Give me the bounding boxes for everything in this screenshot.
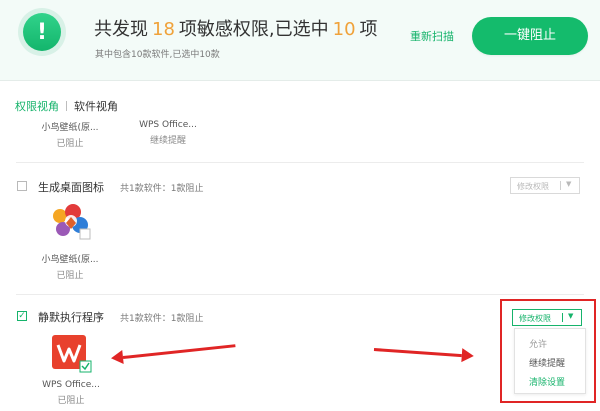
section-checkbox[interactable] xyxy=(17,181,27,191)
app-item: WPS Office... 已阻止 xyxy=(38,380,104,406)
warning-shield-icon: ! xyxy=(18,8,66,56)
annotation-arrow-right xyxy=(373,348,462,358)
app-item[interactable]: WPS Office... 继续提醒 xyxy=(132,120,204,146)
app-status: 已阻止 xyxy=(56,139,84,149)
view-tabs: 权限视角 软件视角 xyxy=(15,98,118,114)
app-name: 小鸟壁纸(原... xyxy=(41,123,99,133)
scan-result-headline: 共发现 18 项敏感权限,已选中 10 项 xyxy=(94,19,378,40)
tab-permission-view[interactable]: 权限视角 xyxy=(15,100,59,113)
scan-summary-header: ! 共发现 18 项敏感权限,已选中 10 项 其中包含10款软件,已选中10款 重新扫… xyxy=(0,0,600,81)
app-name: WPS Office... xyxy=(139,120,197,130)
wps-app-icon[interactable] xyxy=(52,335,92,373)
rescan-link[interactable]: 重新扫描 xyxy=(410,28,454,44)
app-icon-bird-wallpaper[interactable] xyxy=(49,203,93,243)
selected-count: 10 xyxy=(332,19,356,40)
section-count: 共1款软件：1款阻止 xyxy=(120,184,204,194)
section-checkbox-checked[interactable]: ✓ xyxy=(17,311,27,321)
block-all-button[interactable]: 一键阻止 xyxy=(472,17,588,55)
tab-software-view[interactable]: 软件视角 xyxy=(74,100,118,113)
app-name: 小鸟壁纸(原... xyxy=(41,255,99,265)
app-status: 继续提醒 xyxy=(149,136,186,146)
app-item[interactable]: 小鸟壁纸(原... 已阻止 xyxy=(38,120,102,149)
section-divider xyxy=(16,294,584,295)
annotation-highlight-box xyxy=(500,299,596,403)
annotation-arrow-left xyxy=(122,344,236,359)
section-count: 共1款软件：1款阻止 xyxy=(120,314,204,324)
modify-permission-dropdown[interactable]: 修改权限 ▼ xyxy=(510,177,580,194)
app-name: WPS Office... xyxy=(42,380,100,390)
section-divider xyxy=(16,162,584,163)
section-title: 静默执行程序 xyxy=(38,311,104,324)
found-count: 18 xyxy=(152,19,175,40)
scan-result-subline: 其中包含10款软件,已选中10款 xyxy=(95,50,220,60)
chevron-down-icon: ▼ xyxy=(566,180,572,188)
app-status: 已阻止 xyxy=(57,396,85,406)
app-status: 已阻止 xyxy=(56,271,84,281)
app-item: 小鸟壁纸(原... 已阻止 xyxy=(38,252,102,281)
section-title: 生成桌面图标 xyxy=(38,181,104,194)
